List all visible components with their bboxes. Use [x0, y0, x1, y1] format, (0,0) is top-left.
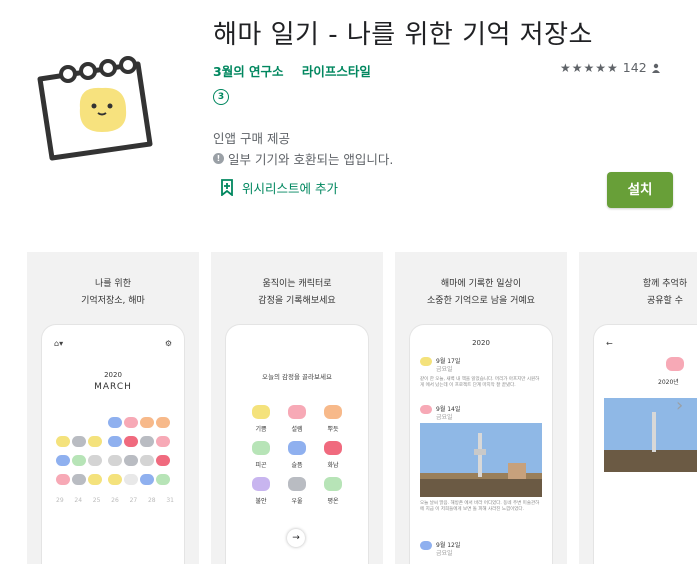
- screenshot-caption: 함께 추억하 공유할 수: [642, 279, 688, 306]
- install-button[interactable]: 설치: [607, 172, 673, 208]
- phone-mockup: 2020 9월 17일 금요일 같이 한 오늘, 새벽 내 책을 읽었습니다. …: [410, 325, 552, 564]
- diary-photo: [420, 423, 542, 497]
- settings-icon: ⚙: [164, 339, 172, 348]
- calendar-year: 2020: [104, 371, 122, 379]
- next-arrow-icon[interactable]: →: [287, 529, 305, 547]
- calendar-day-row: 29 24 25 26 27 28 31: [56, 497, 174, 504]
- screenshot-carousel[interactable]: 나를 위한 기억저장소, 해마 ⌂▾ ⚙ 2020 MARCH 29 24 25…: [27, 252, 697, 564]
- compatibility-text: 일부 기기와 호환되는 앱입니다.: [228, 152, 394, 167]
- app-title: 해마 일기 - 나를 위한 기억 저장소: [213, 20, 593, 50]
- chevron-right-icon[interactable]: ›: [676, 395, 683, 416]
- phone-mockup: 오늘의 감정을 골라보세요 기쁨 설렘 뿌듯 피곤 슬픔 화남 불안 우울 평온…: [226, 325, 368, 564]
- home-icon: ⌂▾: [54, 339, 64, 348]
- star-rating-icon: ★★★★★: [560, 60, 619, 75]
- wishlist-label: 위시리스트에 추가: [242, 181, 338, 196]
- in-app-purchase-label: 인앱 구매 제공: [213, 131, 290, 146]
- bookmark-plus-icon: [221, 179, 233, 196]
- screenshot-3[interactable]: 해마에 기록한 일상이 소중한 기억으로 남을 거예요 2020 9월 17일 …: [395, 252, 567, 564]
- screenshot-1[interactable]: 나를 위한 기억저장소, 해마 ⌂▾ ⚙ 2020 MARCH 29 24 25…: [27, 252, 199, 564]
- screenshot-caption: 나를 위한 기억저장소, 해마: [81, 279, 145, 306]
- rating: ★★★★★ 142: [560, 60, 661, 75]
- phone-mockup: ⌂▾ ⚙ 2020 MARCH 29 24 25 26 27 28 31: [42, 325, 184, 564]
- screenshot-caption: 해마에 기록한 일상이 소중한 기억으로 남을 거예요: [427, 279, 535, 306]
- mood-prompt: 오늘의 감정을 골라보세요: [262, 373, 332, 381]
- screenshot-caption: 움직이는 캐릭터로 감정을 기록해보세요: [258, 279, 336, 306]
- category-link[interactable]: 라이프스타일: [302, 64, 371, 79]
- app-icon: [37, 56, 153, 161]
- diary-year: 2020: [472, 339, 490, 347]
- phone-mockup: ← 2020년: [594, 325, 697, 564]
- content-rating-badge[interactable]: 3: [213, 89, 229, 105]
- back-arrow-icon[interactable]: ←: [606, 339, 613, 348]
- rating-count: 142: [622, 60, 647, 75]
- wishlist-button[interactable]: 위시리스트에 추가: [220, 178, 338, 197]
- person-icon: [651, 63, 660, 73]
- developer-link[interactable]: 3월의 연구소: [213, 64, 284, 79]
- compatibility-notice: ! 일부 기기와 호환되는 앱입니다.: [213, 149, 393, 168]
- info-icon: !: [213, 153, 224, 164]
- calendar-month: MARCH: [94, 382, 132, 392]
- screenshot-2[interactable]: 움직이는 캐릭터로 감정을 기록해보세요 오늘의 감정을 골라보세요 기쁨 설렘…: [211, 252, 383, 564]
